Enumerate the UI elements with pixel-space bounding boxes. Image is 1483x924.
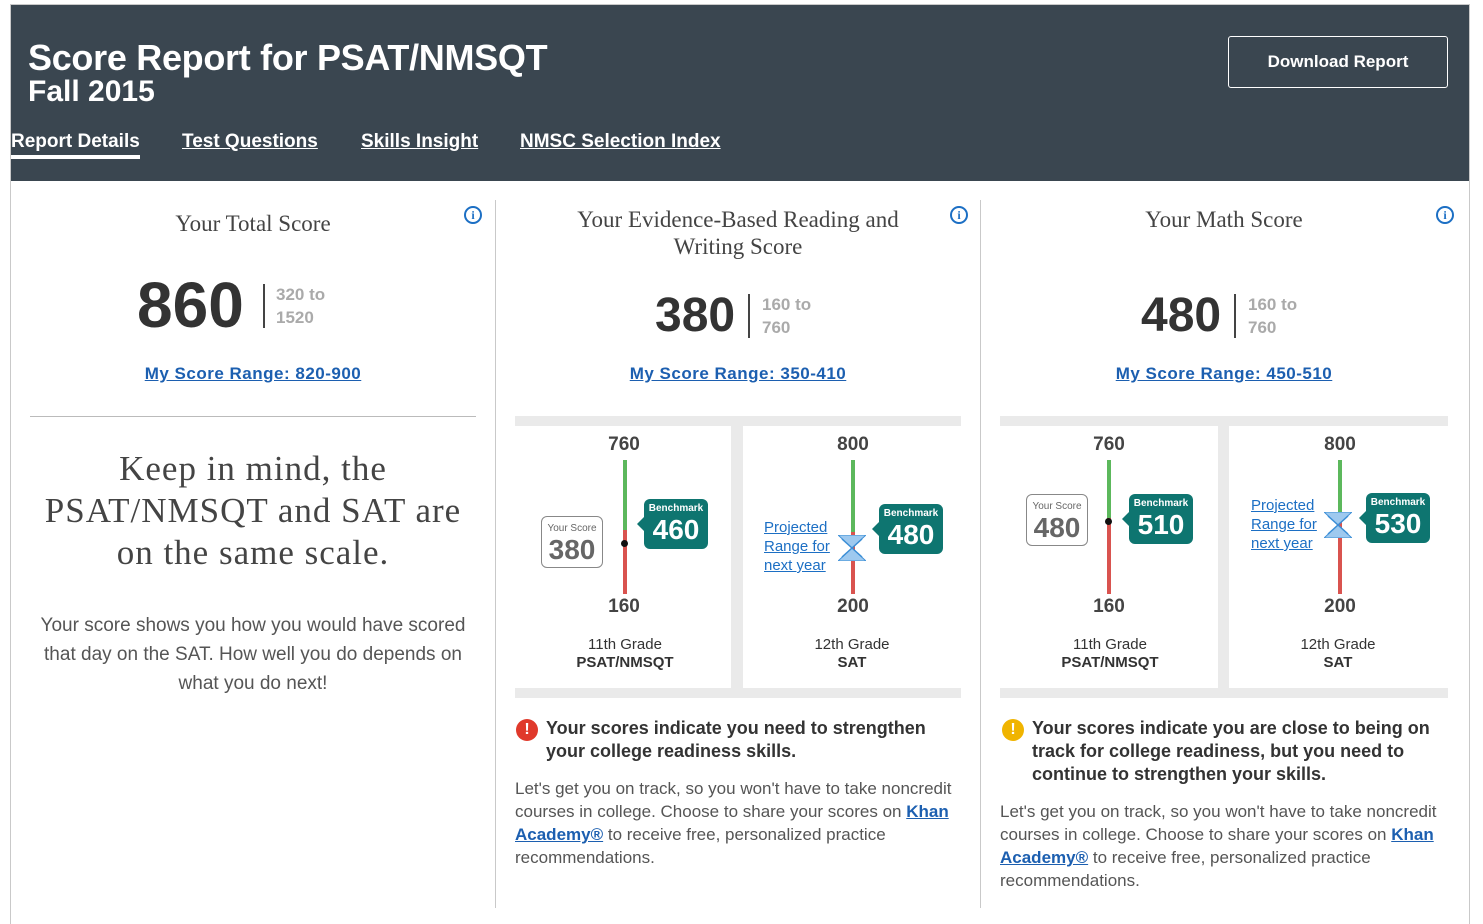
- ebrw-readiness-body: Let's get you on track, so you won't hav…: [515, 779, 952, 867]
- math-my-score-range-link[interactable]: My Score Range: 450-510: [1000, 364, 1448, 384]
- page-subtitle: Fall 2015: [28, 75, 155, 108]
- download-report-button[interactable]: Download Report: [1228, 36, 1448, 88]
- math-readiness-body: Let's get you on track, so you won't hav…: [1000, 802, 1437, 890]
- ebrw-score-title: Your Evidence-Based Reading and Writing …: [577, 207, 899, 259]
- page-title: Score Report for PSAT/NMSQT: [28, 37, 548, 78]
- total-score-scale: 320 to 1520: [276, 285, 326, 327]
- column-divider: [980, 200, 981, 908]
- tab-report-details[interactable]: Report Details: [11, 131, 140, 159]
- same-scale-description: Your score shows you how you would have …: [40, 615, 466, 694]
- benchmark-badge: Benchmark 460: [637, 499, 708, 549]
- benchmark-badge: Benchmark 510: [1122, 494, 1193, 544]
- on-track-bar: [623, 460, 627, 530]
- psat-grade-label: 11th Grade PSAT/NMSQT: [576, 636, 674, 671]
- info-icon[interactable]: i: [950, 206, 968, 224]
- score-separator: [263, 284, 265, 328]
- alert-icon: !: [516, 719, 538, 741]
- sat-grade-label: 12th Grade SAT: [1300, 636, 1376, 671]
- benchmark-badge: Benchmark 530: [1359, 493, 1430, 543]
- scale-min-label: 160: [1093, 596, 1125, 617]
- report-header: Score Report for PSAT/NMSQT Fall 2015 Do…: [11, 5, 1469, 181]
- benchmark-badge: Benchmark 480: [872, 504, 943, 554]
- score-separator: [1234, 294, 1236, 338]
- info-icon[interactable]: i: [1436, 206, 1454, 224]
- same-scale-heading: Keep in mind, the PSAT/NMSQT and SAT are…: [44, 449, 462, 572]
- on-track-bar: [1107, 460, 1111, 518]
- ebrw-score-scale: 160 to 760: [762, 295, 812, 337]
- your-score-marker: [1105, 518, 1112, 525]
- below-benchmark-bar: [1107, 518, 1111, 594]
- tab-test-questions[interactable]: Test Questions: [182, 131, 318, 153]
- score-separator: [748, 294, 750, 338]
- scale-max-label: 800: [837, 434, 869, 455]
- scale-max-label: 800: [1324, 434, 1356, 455]
- divider: [30, 416, 476, 417]
- your-score-box: Your Score 380: [541, 516, 603, 568]
- on-track-bar: [851, 460, 855, 532]
- your-score-marker: [621, 540, 628, 547]
- total-score-title: Your Total Score: [175, 211, 331, 236]
- projected-range-icon: [838, 535, 866, 561]
- scale-min-label: 160: [608, 596, 640, 617]
- info-icon[interactable]: i: [464, 206, 482, 224]
- math-score-title: Your Math Score: [1145, 207, 1303, 232]
- scale-min-label: 200: [837, 596, 869, 617]
- ebrw-my-score-range-link[interactable]: My Score Range: 350-410: [515, 364, 961, 384]
- ebrw-readiness-heading: Your scores indicate you need to strengt…: [546, 718, 926, 761]
- on-track-bar: [1338, 460, 1342, 516]
- column-divider: [495, 200, 496, 908]
- projected-range-link[interactable]: Projected Range for next year: [764, 518, 836, 575]
- scale-max-label: 760: [1093, 434, 1125, 455]
- ebrw-score-value: 380: [655, 289, 736, 342]
- projected-range-link[interactable]: Projected Range for next year: [1251, 496, 1323, 553]
- psat-grade-label: 11th Grade PSAT/NMSQT: [1061, 636, 1159, 671]
- projected-range-icon: [1324, 512, 1352, 538]
- tab-nmsc-selection-index[interactable]: NMSC Selection Index: [520, 131, 721, 153]
- your-score-box: Your Score 480: [1026, 494, 1088, 546]
- warning-icon: !: [1002, 719, 1024, 741]
- scale-min-label: 200: [1324, 596, 1356, 617]
- scale-max-label: 760: [608, 434, 640, 455]
- sat-grade-label: 12th Grade SAT: [814, 636, 890, 671]
- total-my-score-range-link[interactable]: My Score Range: 820-900: [30, 364, 476, 384]
- math-score-value: 480: [1141, 289, 1222, 342]
- math-score-scale: 160 to 760: [1248, 295, 1298, 337]
- total-score-value: 860: [137, 269, 244, 341]
- tab-skills-insight[interactable]: Skills Insight: [361, 131, 478, 153]
- math-readiness-heading: Your scores indicate you are close to be…: [1032, 718, 1430, 784]
